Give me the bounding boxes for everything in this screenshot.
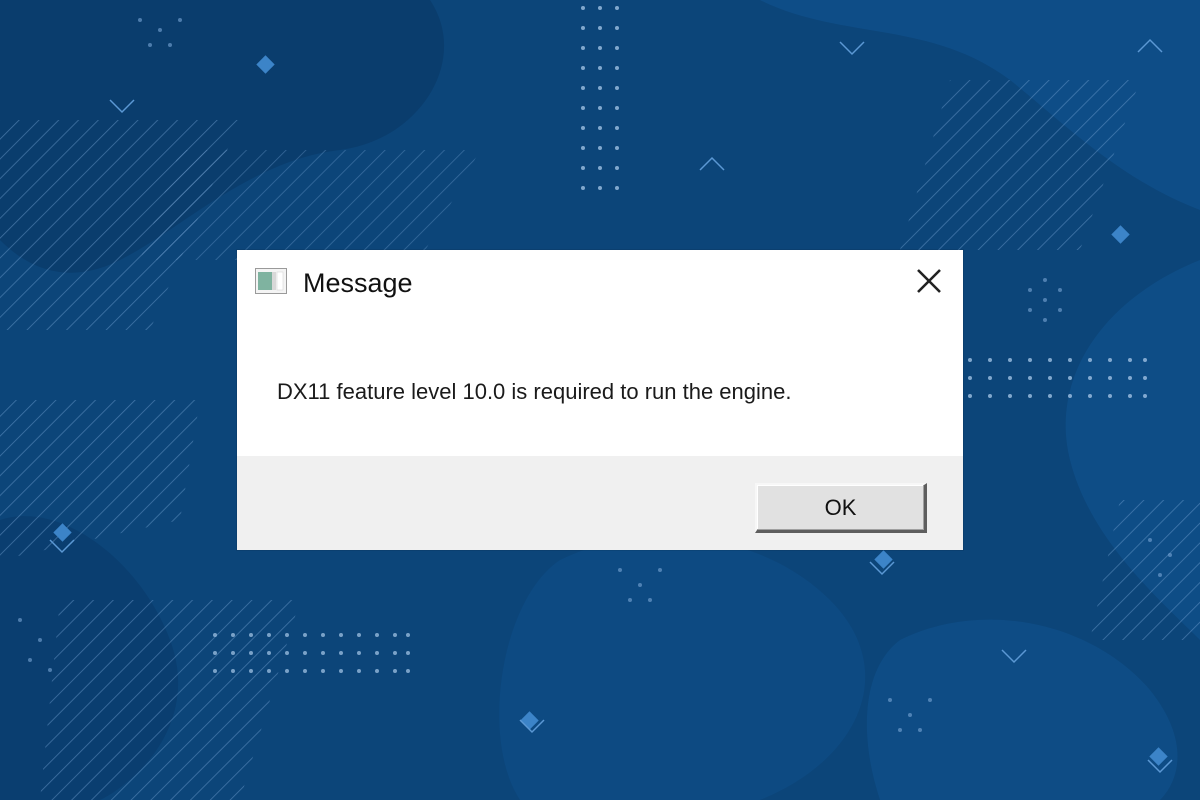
message-dialog: Message DX11 feature level 10.0 is requi… bbox=[237, 250, 963, 550]
close-icon bbox=[917, 269, 941, 293]
dialog-titlebar: Message bbox=[237, 250, 963, 314]
ok-button[interactable]: OK bbox=[755, 483, 927, 533]
application-window-icon bbox=[255, 268, 287, 294]
dialog-footer: OK bbox=[237, 456, 963, 550]
dialog-message: DX11 feature level 10.0 is required to r… bbox=[277, 379, 792, 404]
dialog-title: Message bbox=[303, 268, 413, 298]
close-button[interactable] bbox=[907, 264, 953, 300]
